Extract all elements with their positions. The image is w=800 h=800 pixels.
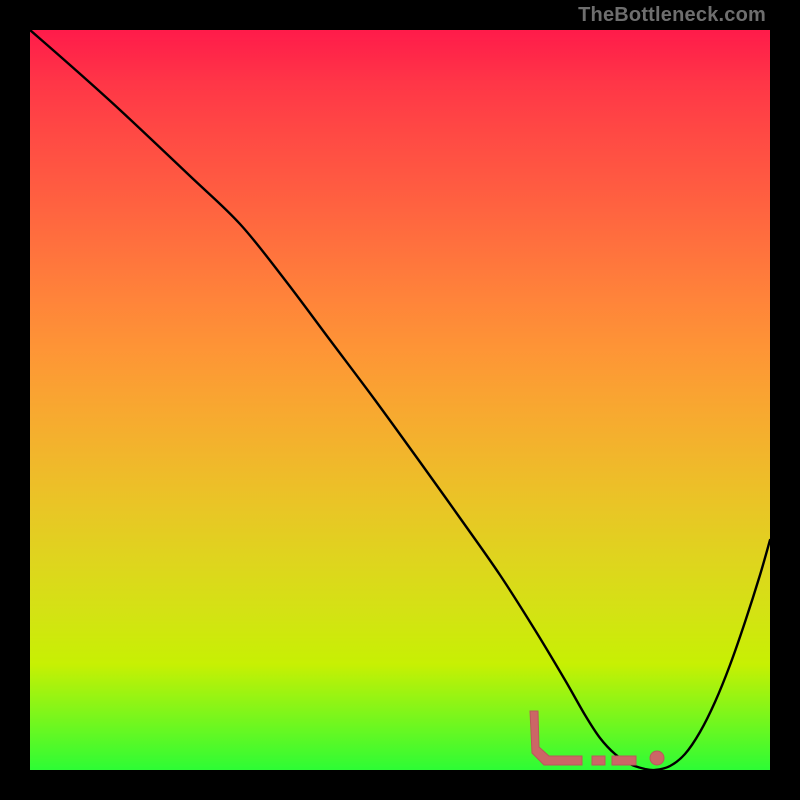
watermark-text: TheBottleneck.com xyxy=(578,4,766,27)
plot-area xyxy=(30,30,770,770)
gradient-background xyxy=(30,30,770,770)
chart-frame: TheBottleneck.com xyxy=(0,0,800,800)
